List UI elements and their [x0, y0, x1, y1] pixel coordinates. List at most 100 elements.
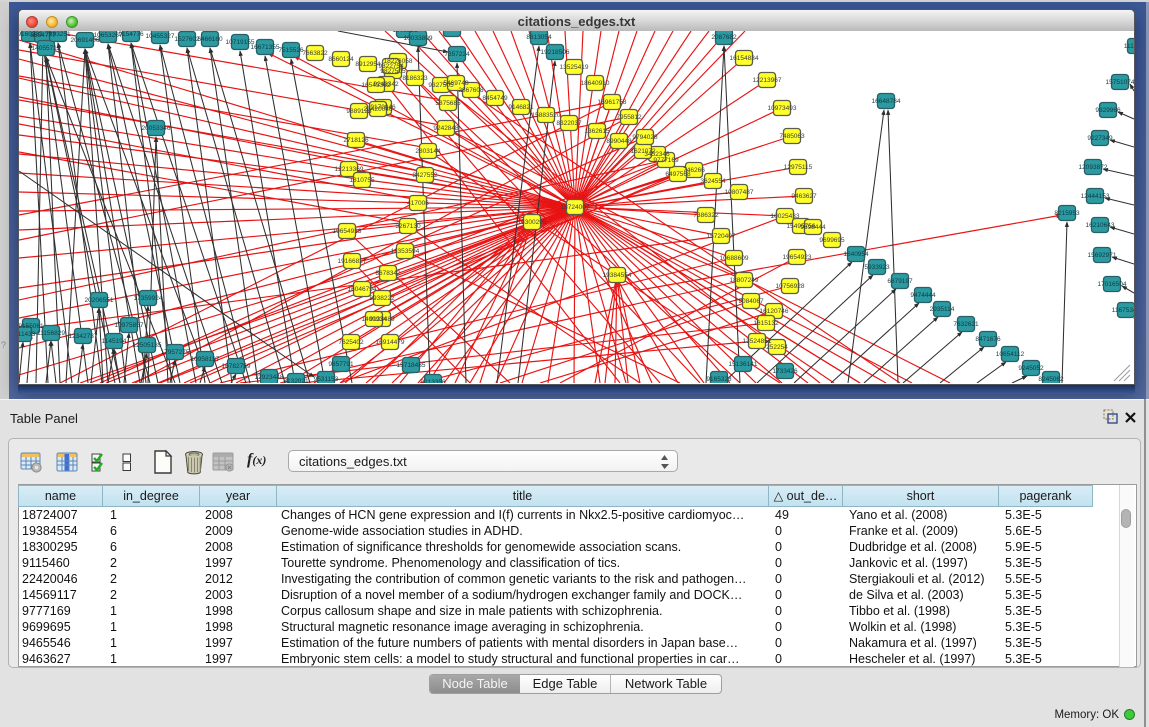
svg-text:17359924: 17359924 — [134, 295, 163, 302]
svg-text:8912954: 8912954 — [355, 61, 381, 68]
svg-text:9463627: 9463627 — [791, 193, 817, 200]
svg-text:9245052: 9245052 — [1018, 365, 1044, 372]
svg-text:5875685: 5875685 — [435, 100, 461, 107]
svg-text:19384554: 19384554 — [603, 272, 632, 279]
svg-text:16961758: 16961758 — [598, 99, 627, 106]
svg-text:9154776: 9154776 — [118, 31, 144, 38]
svg-text:1733426: 1733426 — [772, 368, 798, 375]
svg-text:8245062: 8245062 — [1038, 376, 1064, 383]
svg-text:417006: 417006 — [407, 200, 429, 207]
svg-text:1409934: 1409934 — [361, 316, 387, 323]
svg-text:8678342: 8678342 — [375, 270, 401, 277]
svg-text:8427552: 8427552 — [412, 172, 438, 179]
svg-text:1615132: 1615132 — [753, 320, 779, 327]
svg-text:10975857: 10975857 — [115, 322, 144, 329]
svg-text:7955812: 7955812 — [616, 114, 642, 121]
svg-text:10025433: 10025433 — [771, 213, 800, 220]
svg-text:9531153: 9531153 — [314, 376, 339, 383]
svg-text:7515526: 7515526 — [278, 47, 304, 54]
svg-text:8813054: 8813054 — [526, 34, 552, 41]
svg-text:8454749: 8454749 — [482, 95, 508, 102]
svg-text:9084067: 9084067 — [738, 298, 764, 305]
svg-text:9146821: 9146821 — [508, 104, 534, 111]
svg-text:19166827: 19166827 — [338, 258, 367, 265]
svg-text:7625402: 7625402 — [338, 339, 364, 346]
svg-text:8215953: 8215953 — [1054, 210, 1080, 217]
svg-text:7485063: 7485063 — [779, 133, 805, 140]
svg-text:9794028: 9794028 — [632, 134, 658, 141]
svg-text:16648784: 16648784 — [872, 98, 901, 105]
svg-text:9227349: 9227349 — [1087, 135, 1113, 142]
svg-text:8132021: 8132021 — [283, 378, 309, 383]
svg-text:9322754: 9322754 — [378, 63, 404, 70]
svg-text:6466160: 6466160 — [197, 36, 223, 43]
svg-text:7663822: 7663822 — [302, 50, 328, 57]
svg-text:16543362: 16543362 — [362, 82, 391, 89]
svg-text:10973493: 10973493 — [768, 105, 797, 112]
svg-text:17016504: 17016504 — [1098, 281, 1127, 288]
svg-text:18807249: 18807249 — [730, 277, 759, 284]
svg-text:2935114: 2935114 — [930, 306, 955, 313]
svg-text:8471676: 8471676 — [975, 336, 1001, 343]
svg-text:7693251: 7693251 — [45, 31, 71, 38]
svg-text:5469748: 5469748 — [443, 80, 469, 87]
svg-text:1903321: 1903321 — [392, 31, 418, 34]
svg-text:1113202: 1113202 — [1124, 43, 1134, 50]
svg-text:8186323: 8186323 — [402, 75, 428, 82]
svg-text:16154834: 16154834 — [730, 55, 759, 62]
svg-text:15136141: 15136141 — [729, 361, 758, 368]
svg-text:20206551: 20206551 — [85, 297, 114, 304]
svg-text:1019334: 1019334 — [439, 31, 465, 33]
svg-text:3911433: 3911433 — [19, 331, 36, 338]
svg-text:8990448: 8990448 — [606, 138, 632, 145]
svg-text:10958137: 10958137 — [191, 356, 220, 363]
svg-text:12093872: 12093872 — [1079, 164, 1108, 171]
svg-text:9165328: 9165328 — [706, 376, 732, 383]
svg-text:12444153: 12444153 — [1081, 193, 1110, 200]
svg-text:3267130: 3267130 — [395, 223, 421, 230]
svg-text:15751074: 15751074 — [1106, 79, 1134, 86]
svg-text:1640954: 1640954 — [843, 251, 869, 258]
svg-text:12505135: 12505135 — [133, 342, 162, 349]
svg-text:1145194: 1145194 — [102, 338, 127, 345]
svg-text:8938222: 8938222 — [369, 295, 395, 302]
svg-text:16914479: 16914479 — [376, 339, 405, 346]
svg-text:9474444: 9474444 — [910, 292, 936, 299]
svg-text:10688609: 10688609 — [720, 255, 749, 262]
svg-text:18724007: 18724007 — [561, 204, 590, 211]
svg-text:7386322: 7386322 — [693, 212, 719, 219]
svg-text:12213369: 12213369 — [335, 166, 364, 173]
svg-text:20053346: 20053346 — [142, 125, 171, 132]
svg-text:3624554: 3624554 — [700, 178, 726, 185]
svg-text:1527602: 1527602 — [174, 36, 200, 43]
svg-text:16210643: 16210643 — [1086, 222, 1115, 229]
svg-text:9889123: 9889123 — [346, 108, 372, 115]
svg-text:252254: 252254 — [766, 344, 788, 351]
svg-text:19654913: 19654913 — [333, 228, 362, 235]
svg-text:7632621: 7632621 — [953, 321, 979, 328]
svg-text:16120746: 16120746 — [760, 308, 789, 315]
svg-text:15718485: 15718485 — [397, 362, 426, 369]
svg-text:10654112: 10654112 — [996, 351, 1025, 358]
svg-text:9155061: 9155061 — [19, 323, 44, 330]
svg-text:2867608: 2867608 — [458, 87, 484, 94]
svg-text:11156829: 11156829 — [37, 330, 65, 337]
svg-text:1810755: 1810755 — [349, 177, 375, 184]
svg-text:15692971: 15692971 — [1088, 252, 1117, 259]
svg-text:10807487: 10807487 — [725, 189, 754, 196]
svg-text:19654923: 19654923 — [783, 254, 812, 261]
svg-text:6497568: 6497568 — [665, 171, 691, 178]
svg-text:9242848: 9242848 — [433, 125, 459, 132]
svg-text:10455327: 10455327 — [146, 33, 175, 40]
svg-text:17957275: 17957275 — [161, 349, 190, 356]
svg-text:1362615: 1362615 — [584, 128, 610, 135]
svg-text:7357224: 7357224 — [444, 51, 470, 58]
svg-text:10756928: 10756928 — [776, 283, 805, 290]
svg-text:9777169: 9777169 — [653, 157, 679, 164]
svg-text:14055712: 14055712 — [32, 45, 61, 52]
svg-text:15720407: 15720407 — [707, 233, 736, 240]
svg-text:1621072: 1621072 — [630, 148, 656, 155]
svg-text:16782759: 16782759 — [222, 363, 251, 370]
svg-text:12342737: 12342737 — [69, 333, 98, 340]
svg-text:10033809: 10033809 — [404, 35, 433, 42]
